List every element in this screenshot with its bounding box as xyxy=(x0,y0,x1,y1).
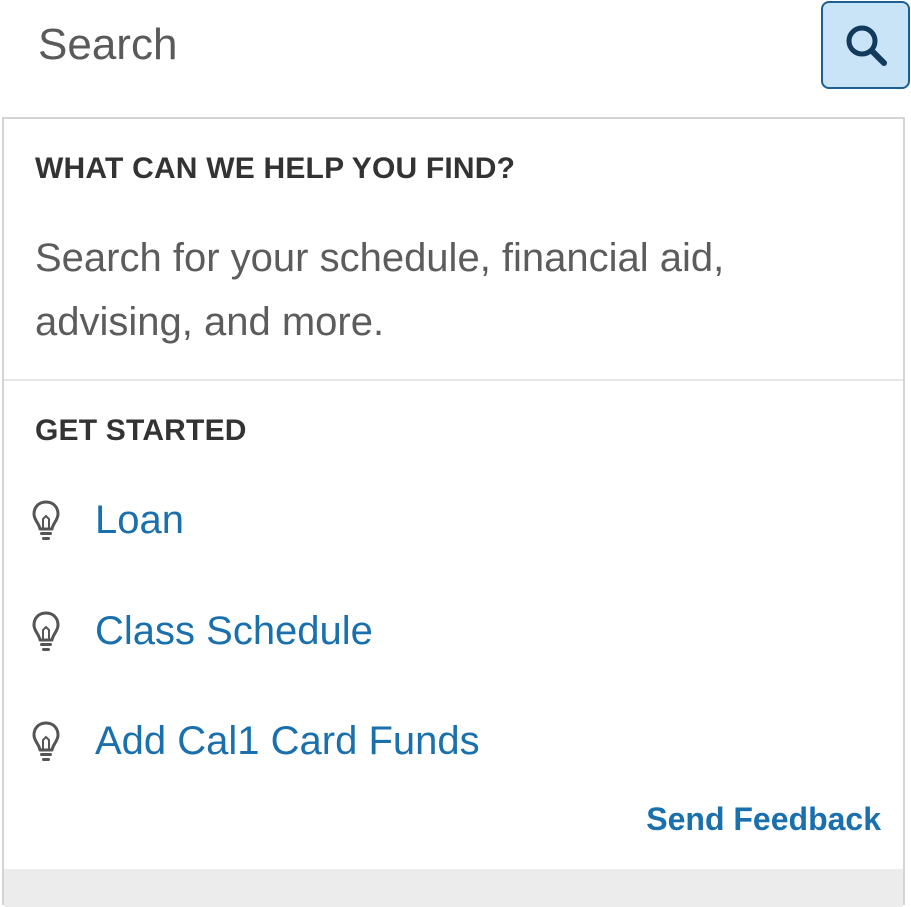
suggestion-label: Add Cal1 Card Funds xyxy=(95,718,480,763)
suggestion-class-schedule[interactable]: Class Schedule xyxy=(26,601,373,661)
suggestion-label: Loan xyxy=(95,497,184,542)
help-section: WHAT CAN WE HELP YOU FIND? Search for yo… xyxy=(4,119,903,381)
search-icon xyxy=(846,25,887,66)
lightbulb-icon xyxy=(26,608,66,654)
help-heading: WHAT CAN WE HELP YOU FIND? xyxy=(35,152,516,185)
send-feedback-link[interactable]: Send Feedback xyxy=(646,801,881,838)
search-bar xyxy=(0,0,911,95)
get-started-heading: GET STARTED xyxy=(35,414,247,447)
lightbulb-icon xyxy=(26,497,66,543)
suggestion-add-cal1-card-funds[interactable]: Add Cal1 Card Funds xyxy=(26,711,480,771)
search-suggestions-panel: WHAT CAN WE HELP YOU FIND? Search for yo… xyxy=(2,117,905,907)
help-description: Search for your schedule, financial aid,… xyxy=(35,236,725,344)
suggestion-loan[interactable]: Loan xyxy=(26,490,184,550)
search-input[interactable] xyxy=(0,0,805,90)
suggestion-label: Class Schedule xyxy=(95,608,373,653)
lightbulb-icon xyxy=(26,718,66,764)
search-button[interactable] xyxy=(821,1,910,89)
panel-footer xyxy=(4,869,903,907)
